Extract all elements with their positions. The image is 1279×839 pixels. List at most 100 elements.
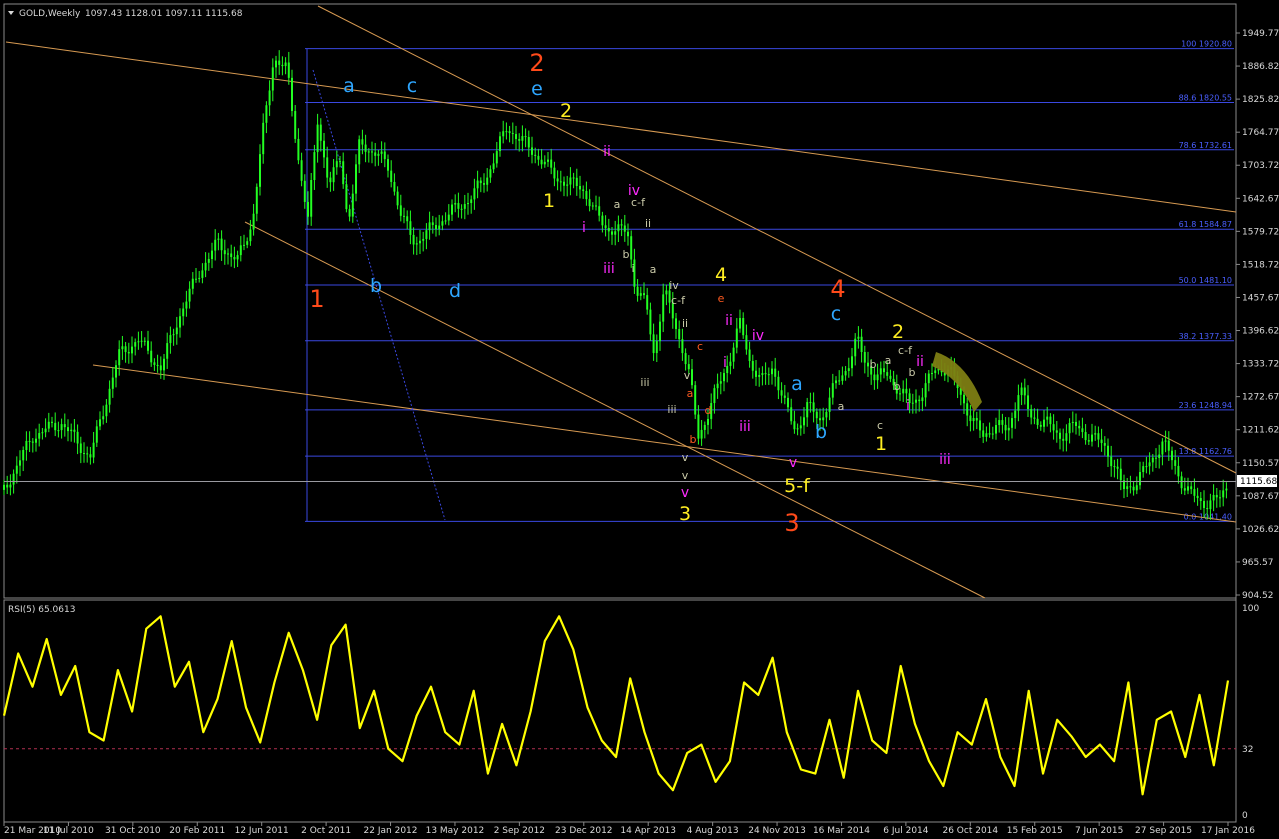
wave-label: 1 <box>875 433 887 455</box>
candle-body <box>815 411 818 419</box>
candle-body <box>518 139 521 141</box>
candle-body <box>883 368 885 373</box>
candle-body <box>131 346 133 354</box>
price-tick-label: 1886.82 <box>1242 62 1279 72</box>
candle-body <box>204 262 207 271</box>
wave-label: b <box>870 358 877 371</box>
candle-body <box>572 177 575 179</box>
candle-body <box>1055 430 1058 433</box>
candle-body <box>623 225 626 232</box>
price-tick-label: 1764.77 <box>1242 128 1279 138</box>
rsi-pane: 100 32 0 <box>2 604 1259 821</box>
candle-body <box>243 244 245 246</box>
candle-body <box>63 424 66 428</box>
time-tick-label: 6 Jul 2014 <box>883 826 928 835</box>
candle-body <box>1135 485 1138 491</box>
candle-body <box>655 341 658 354</box>
candle-body <box>617 224 620 232</box>
candle-body <box>838 380 841 382</box>
candle-body <box>774 368 777 377</box>
candle-body <box>169 335 172 344</box>
candle-body <box>95 426 98 443</box>
candle-body <box>137 341 140 343</box>
price-tick-label: 1642.67 <box>1242 194 1279 204</box>
ohlc-values: 1097.43 1128.01 1097.11 1115.68 <box>85 9 243 19</box>
candle-body <box>991 433 994 435</box>
time-tick-label: 13 May 2012 <box>426 826 485 835</box>
wave-label: i <box>582 220 586 236</box>
candle-body <box>931 373 933 375</box>
candle-body <box>1027 395 1029 409</box>
candle-body <box>1139 472 1141 486</box>
candle-body <box>409 221 412 235</box>
candle-body <box>255 186 258 214</box>
wave-label: e <box>531 78 543 100</box>
candle-body <box>211 250 213 260</box>
candle-body <box>329 177 332 183</box>
candle-body <box>412 234 415 245</box>
candle-body <box>310 179 313 217</box>
candle-body <box>67 427 69 432</box>
time-tick-label: 26 Oct 2014 <box>942 826 998 835</box>
candle-body <box>566 184 569 186</box>
candle-body <box>175 327 178 335</box>
candle-body <box>911 402 914 404</box>
candle-body <box>249 229 252 242</box>
candle-body <box>335 161 338 168</box>
candle-body <box>559 181 562 183</box>
candle-body <box>38 433 41 439</box>
candle-body <box>115 365 117 378</box>
candle-body <box>390 170 393 182</box>
candle-body <box>73 429 76 432</box>
fib-label: 88.6 1820.55 <box>1179 93 1232 102</box>
candle-body <box>1084 432 1087 441</box>
candle-body <box>399 205 402 216</box>
candle-body <box>620 224 623 226</box>
dropdown-arrow-icon[interactable] <box>8 11 14 15</box>
candle-body <box>239 245 242 256</box>
candle-body <box>86 453 89 455</box>
candle-body <box>230 253 233 258</box>
candle-body <box>1052 424 1055 431</box>
candle-body <box>268 90 271 106</box>
candle-body <box>998 420 1001 426</box>
candle-body <box>297 138 300 161</box>
candle-body <box>99 419 101 427</box>
candle-body <box>51 421 53 423</box>
candle-body <box>332 167 335 183</box>
candle-body <box>223 250 226 255</box>
candle-body <box>598 206 601 216</box>
candle-body <box>435 225 437 230</box>
candle-body <box>1142 466 1145 473</box>
price-tick-label: 1150.57 <box>1242 459 1279 469</box>
candle-body <box>505 131 508 133</box>
trend-line <box>92 364 1237 523</box>
candle-body <box>1036 418 1039 425</box>
current-price-label: 1115.68 <box>1240 477 1277 487</box>
candle-body <box>44 428 47 433</box>
candle-body <box>745 335 748 350</box>
candle-body <box>236 255 239 260</box>
wave-label: ii <box>682 317 688 330</box>
wave-label: ii <box>645 217 651 230</box>
candle-body <box>988 433 991 435</box>
candle-body <box>79 443 82 454</box>
time-tick-label: 16 Mar 2014 <box>813 826 870 835</box>
candle-body <box>419 240 421 244</box>
candle-body <box>150 350 153 363</box>
candle-body <box>361 139 364 145</box>
rsi-tick-label: 32 <box>1242 745 1253 755</box>
candle-body <box>1062 438 1065 441</box>
candle-body <box>771 368 773 375</box>
candle-body <box>188 288 191 302</box>
candle-body <box>876 374 879 381</box>
candle-body <box>595 205 597 207</box>
time-tick-label: 17 Jan 2016 <box>1201 826 1255 835</box>
time-tick-label: 22 Jan 2012 <box>364 826 418 835</box>
candle-body <box>15 465 18 474</box>
candle-body <box>857 336 860 339</box>
candle-body <box>185 301 188 309</box>
rsi-line <box>2 615 1230 796</box>
candle-body <box>1206 507 1209 510</box>
wave-label: a <box>614 198 621 211</box>
